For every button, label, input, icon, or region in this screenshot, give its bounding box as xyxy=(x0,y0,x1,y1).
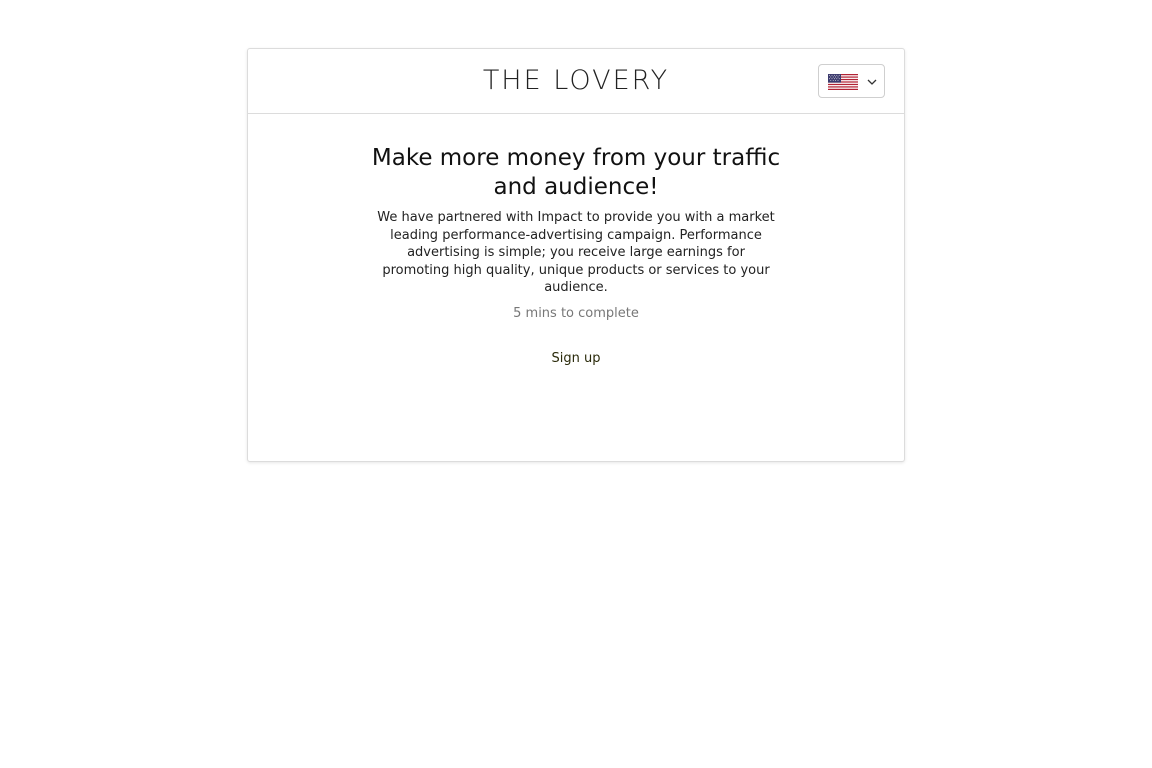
brand-logo: THE LOVERY xyxy=(482,65,670,96)
page-title: Make more money from your traffic and au… xyxy=(371,145,781,200)
description-text: We have partnered with Impact to provide… xyxy=(377,210,775,295)
completion-time: 5 mins to complete xyxy=(513,305,639,321)
sign-up-link[interactable]: Sign up xyxy=(552,350,601,368)
card-body: Make more money from your traffic and au… xyxy=(248,114,904,368)
card-header: THE LOVERY xyxy=(248,49,904,114)
us-flag-icon xyxy=(828,74,858,90)
chevron-down-icon xyxy=(867,79,877,85)
language-selector[interactable] xyxy=(818,64,885,98)
signup-card: THE LOVERY Make more money from your tra… xyxy=(247,48,905,462)
